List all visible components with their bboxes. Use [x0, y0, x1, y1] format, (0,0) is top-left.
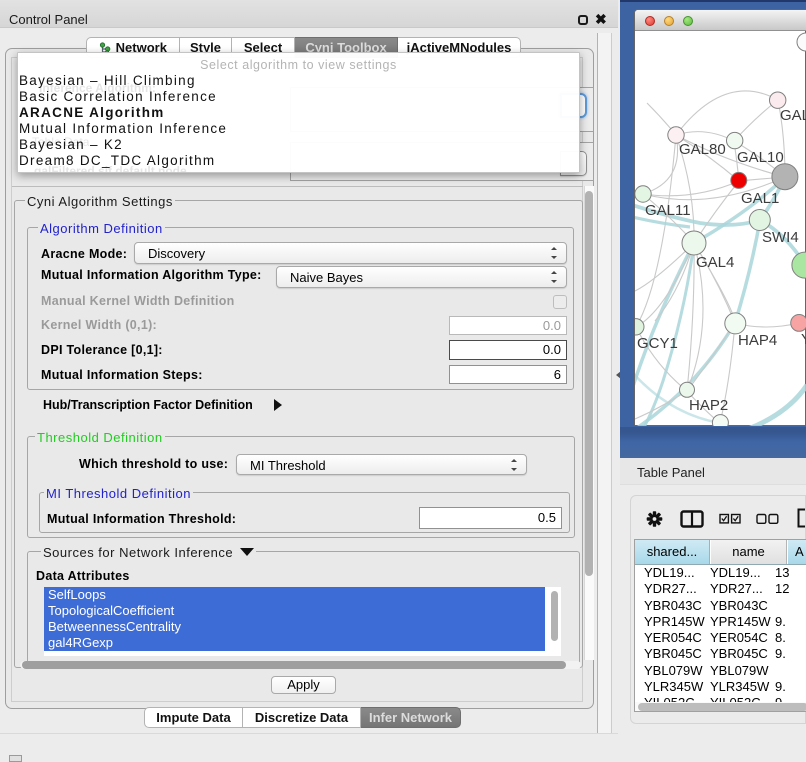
svg-text:GAL11: GAL11 — [645, 202, 691, 219]
svg-text:GAL1: GAL1 — [741, 190, 779, 207]
svg-text:GAL4: GAL4 — [696, 254, 734, 271]
svg-text:GAL7: GAL7 — [780, 107, 806, 124]
svg-text:GCY1: GCY1 — [637, 335, 678, 352]
svg-text:HAP4: HAP4 — [738, 332, 777, 349]
svg-text:SWI4: SWI4 — [762, 229, 799, 246]
svg-text:GAL80: GAL80 — [679, 141, 726, 158]
svg-text:YM: YM — [801, 331, 806, 348]
svg-text:HAP2: HAP2 — [689, 397, 728, 414]
svg-text:GAL10: GAL10 — [737, 149, 784, 166]
